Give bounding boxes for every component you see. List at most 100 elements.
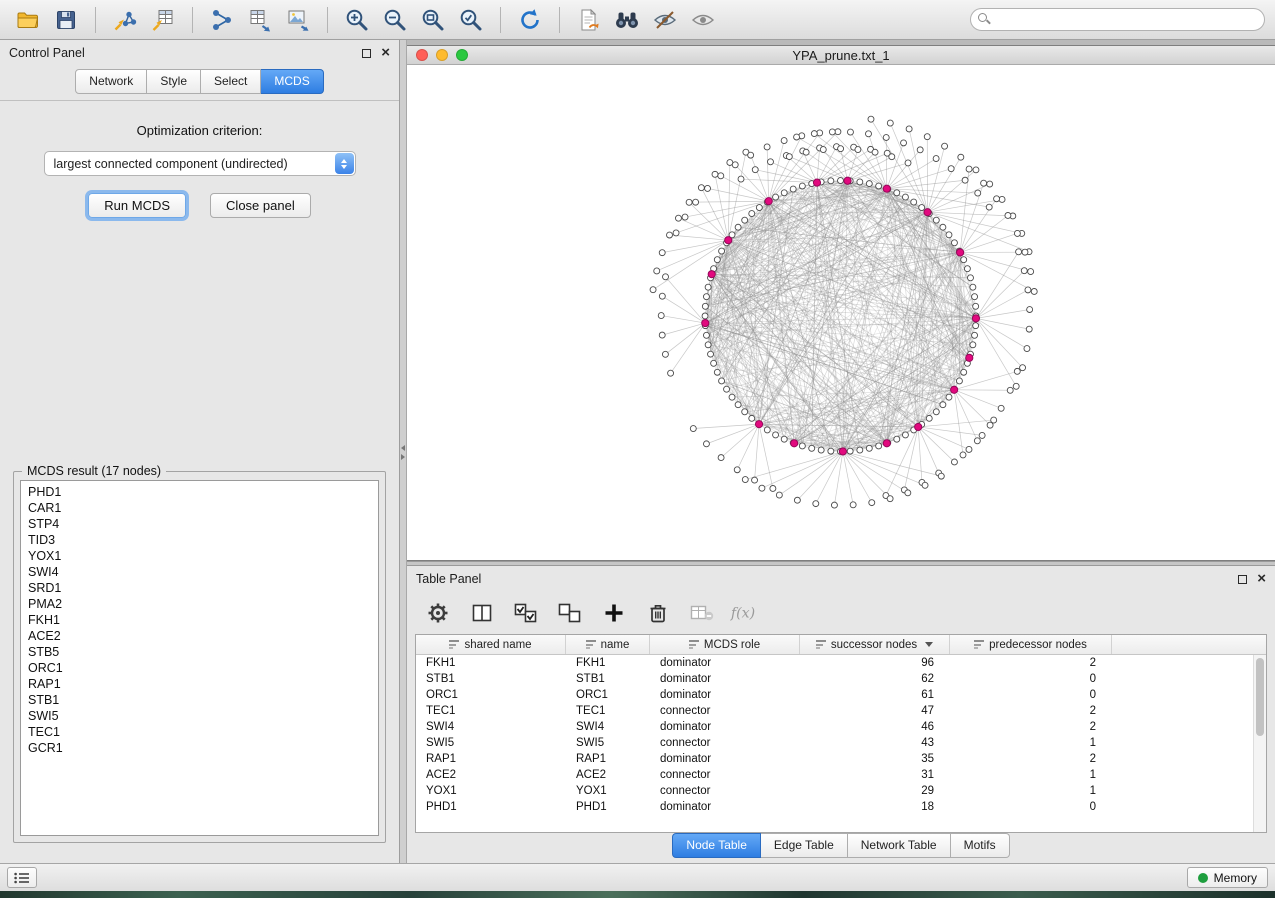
open-session-button[interactable] [10,5,46,35]
mcds-result-item[interactable]: SRD1 [28,580,371,596]
table-cell: 1 [950,735,1112,751]
function-builder-button[interactable]: f(x) [729,597,763,629]
zoom-window-light[interactable] [456,49,468,61]
table-row[interactable]: YOX1YOX1connector291 [416,783,1266,799]
toolbar-separator [327,7,328,33]
column-header-shared-name[interactable]: shared name [416,635,566,654]
vertical-splitter[interactable] [400,40,407,863]
tab-node-table[interactable]: Node Table [672,833,761,858]
search-input[interactable] [970,8,1265,31]
table-cell: dominator [650,687,800,703]
column-header-successor-nodes[interactable]: successor nodes [800,635,950,654]
minimize-window-light[interactable] [436,49,448,61]
float-table-panel-icon[interactable] [1238,575,1247,584]
refresh-view-button[interactable] [512,5,548,35]
table-row[interactable]: SWI5SWI5connector431 [416,735,1266,751]
table-cell: connector [650,767,800,783]
tab-network[interactable]: Network [75,69,147,94]
column-layout-button[interactable] [465,597,499,629]
hide-graphics-details-button[interactable] [647,5,683,35]
tab-network-table[interactable]: Network Table [848,833,951,858]
add-row-button[interactable] [597,597,631,629]
table-row[interactable]: PHD1PHD1dominator180 [416,799,1266,815]
splitter-handle-icon[interactable] [401,445,405,460]
sort-icon[interactable] [449,640,459,649]
export-network-button[interactable] [204,5,240,35]
optimization-criterion-dropdown[interactable]: largest connected component (undirected) [44,151,356,176]
memory-button[interactable]: Memory [1187,867,1268,888]
close-panel-button[interactable]: Close panel [210,193,311,218]
tab-edge-table[interactable]: Edge Table [761,833,848,858]
column-header-predecessor-nodes[interactable]: predecessor nodes [950,635,1112,654]
mcds-result-item[interactable]: PHD1 [28,484,371,500]
search-wrap [970,8,1265,31]
run-mcds-button[interactable]: Run MCDS [88,193,186,218]
close-panel-icon[interactable]: × [381,47,390,59]
mcds-result-item[interactable]: STP4 [28,516,371,532]
close-table-panel-icon[interactable]: × [1257,573,1266,585]
mcds-result-item[interactable]: TEC1 [28,724,371,740]
close-window-light[interactable] [416,49,428,61]
column-header-name[interactable]: name [566,635,650,654]
table-settings-button[interactable] [421,597,455,629]
table-row[interactable]: RAP1RAP1dominator352 [416,751,1266,767]
status-menu-button[interactable] [7,867,37,888]
mcds-result-item[interactable]: ACE2 [28,628,371,644]
table-scrollbar[interactable] [1253,655,1266,832]
mcds-result-item[interactable]: TID3 [28,532,371,548]
network-canvas[interactable] [407,65,1275,560]
mcds-result-item[interactable]: ORC1 [28,660,371,676]
mcds-result-item[interactable]: STB1 [28,692,371,708]
float-panel-icon[interactable] [362,49,371,58]
tab-mcds[interactable]: MCDS [261,69,323,94]
table-scrollbar-thumb[interactable] [1256,658,1264,736]
zoom-selected-button[interactable] [453,5,489,35]
network-window-titlebar[interactable]: YPA_prune.txt_1 [407,46,1275,65]
mcds-result-list[interactable]: PHD1CAR1STP4TID3YOX1SWI4SRD1PMA2FKH1ACE2… [20,480,379,836]
table-row[interactable]: ORC1ORC1dominator610 [416,687,1266,703]
table-row[interactable]: STB1STB1dominator620 [416,671,1266,687]
toolbar-buttons [10,5,721,35]
table-cell: YOX1 [566,783,650,799]
zoom-in-button[interactable] [339,5,375,35]
export-image-button[interactable] [280,5,316,35]
mcds-result-item[interactable]: SWI5 [28,708,371,724]
mcds-result-item[interactable]: PMA2 [28,596,371,612]
tab-select[interactable]: Select [201,69,261,94]
sort-icon[interactable] [816,640,826,649]
mcds-result-item[interactable]: FKH1 [28,612,371,628]
mcds-result-item[interactable]: STB5 [28,644,371,660]
import-table-button[interactable] [145,5,181,35]
sort-icon[interactable] [586,640,596,649]
sort-icon[interactable] [689,640,699,649]
find-binoculars-button[interactable] [609,5,645,35]
select-all-button[interactable] [509,597,543,629]
table-row[interactable]: SWI4SWI4dominator462 [416,719,1266,735]
table-row[interactable]: ACE2ACE2connector311 [416,767,1266,783]
column-header-mcds-role[interactable]: MCDS role [650,635,800,654]
deselect-all-button[interactable] [553,597,587,629]
mcds-result-item[interactable]: SWI4 [28,564,371,580]
export-table-button[interactable] [242,5,278,35]
table-cell: YOX1 [416,783,566,799]
zoom-fit-button[interactable] [415,5,451,35]
mcds-result-item[interactable]: RAP1 [28,676,371,692]
show-graphics-details-button[interactable] [685,5,721,35]
sort-direction-icon[interactable] [925,642,933,647]
zoom-out-button[interactable] [377,5,413,35]
sort-icon[interactable] [974,640,984,649]
table-row[interactable]: TEC1TEC1connector472 [416,703,1266,719]
table-cell: 31 [800,767,950,783]
mcds-result-item[interactable]: GCR1 [28,740,371,756]
tab-style[interactable]: Style [147,69,201,94]
delete-table-button[interactable] [685,597,719,629]
table-row[interactable]: FKH1FKH1dominator962 [416,655,1266,671]
mcds-result-item[interactable]: YOX1 [28,548,371,564]
import-network-button[interactable] [107,5,143,35]
delete-row-button[interactable] [641,597,675,629]
tab-motifs[interactable]: Motifs [951,833,1010,858]
export-document-button[interactable] [571,5,607,35]
mcds-result-item[interactable]: CAR1 [28,500,371,516]
toolbar-separator [500,7,501,33]
save-session-button[interactable] [48,5,84,35]
